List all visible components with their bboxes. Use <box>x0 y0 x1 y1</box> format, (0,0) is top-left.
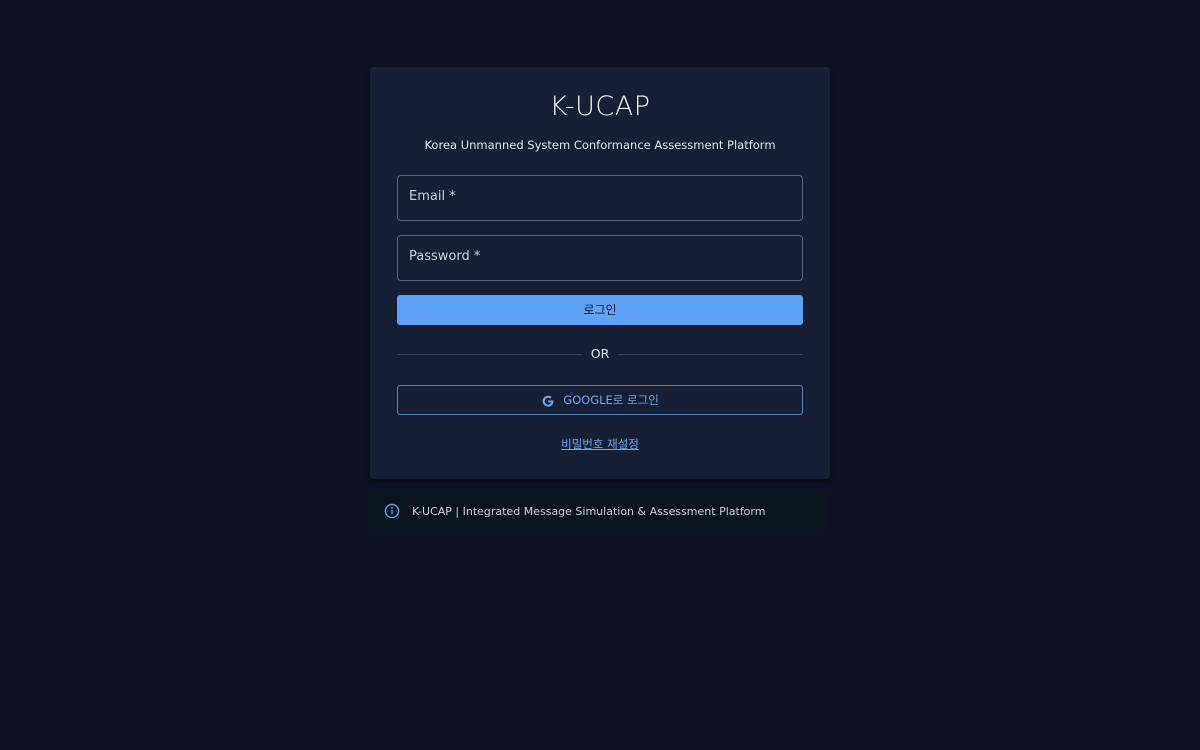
info-banner: K-UCAP | Integrated Message Simulation &… <box>370 491 828 531</box>
google-login-label: GOOGLE로 로그인 <box>563 393 659 407</box>
password-field[interactable]: Password * <box>397 235 803 281</box>
email-field[interactable]: Email * <box>397 175 803 221</box>
password-reset-link[interactable]: 비밀번호 재설정 <box>561 437 639 451</box>
login-button[interactable]: 로그인 <box>397 295 803 325</box>
login-card: K-UCAP Korea Unmanned System Conformance… <box>370 67 830 479</box>
info-icon <box>384 503 400 519</box>
password-reset-row: 비밀번호 재설정 <box>370 436 830 452</box>
password-input[interactable] <box>398 236 802 280</box>
google-login-button[interactable]: GOOGLE로 로그인 <box>397 385 803 415</box>
app-title: K-UCAP <box>549 91 651 122</box>
app-subtitle: Korea Unmanned System Conformance Assess… <box>424 138 776 152</box>
info-banner-text: K-UCAP | Integrated Message Simulation &… <box>412 504 766 518</box>
divider-line-right <box>618 354 803 355</box>
google-icon <box>541 393 555 407</box>
or-divider: OR <box>397 345 803 363</box>
email-input[interactable] <box>398 176 802 220</box>
